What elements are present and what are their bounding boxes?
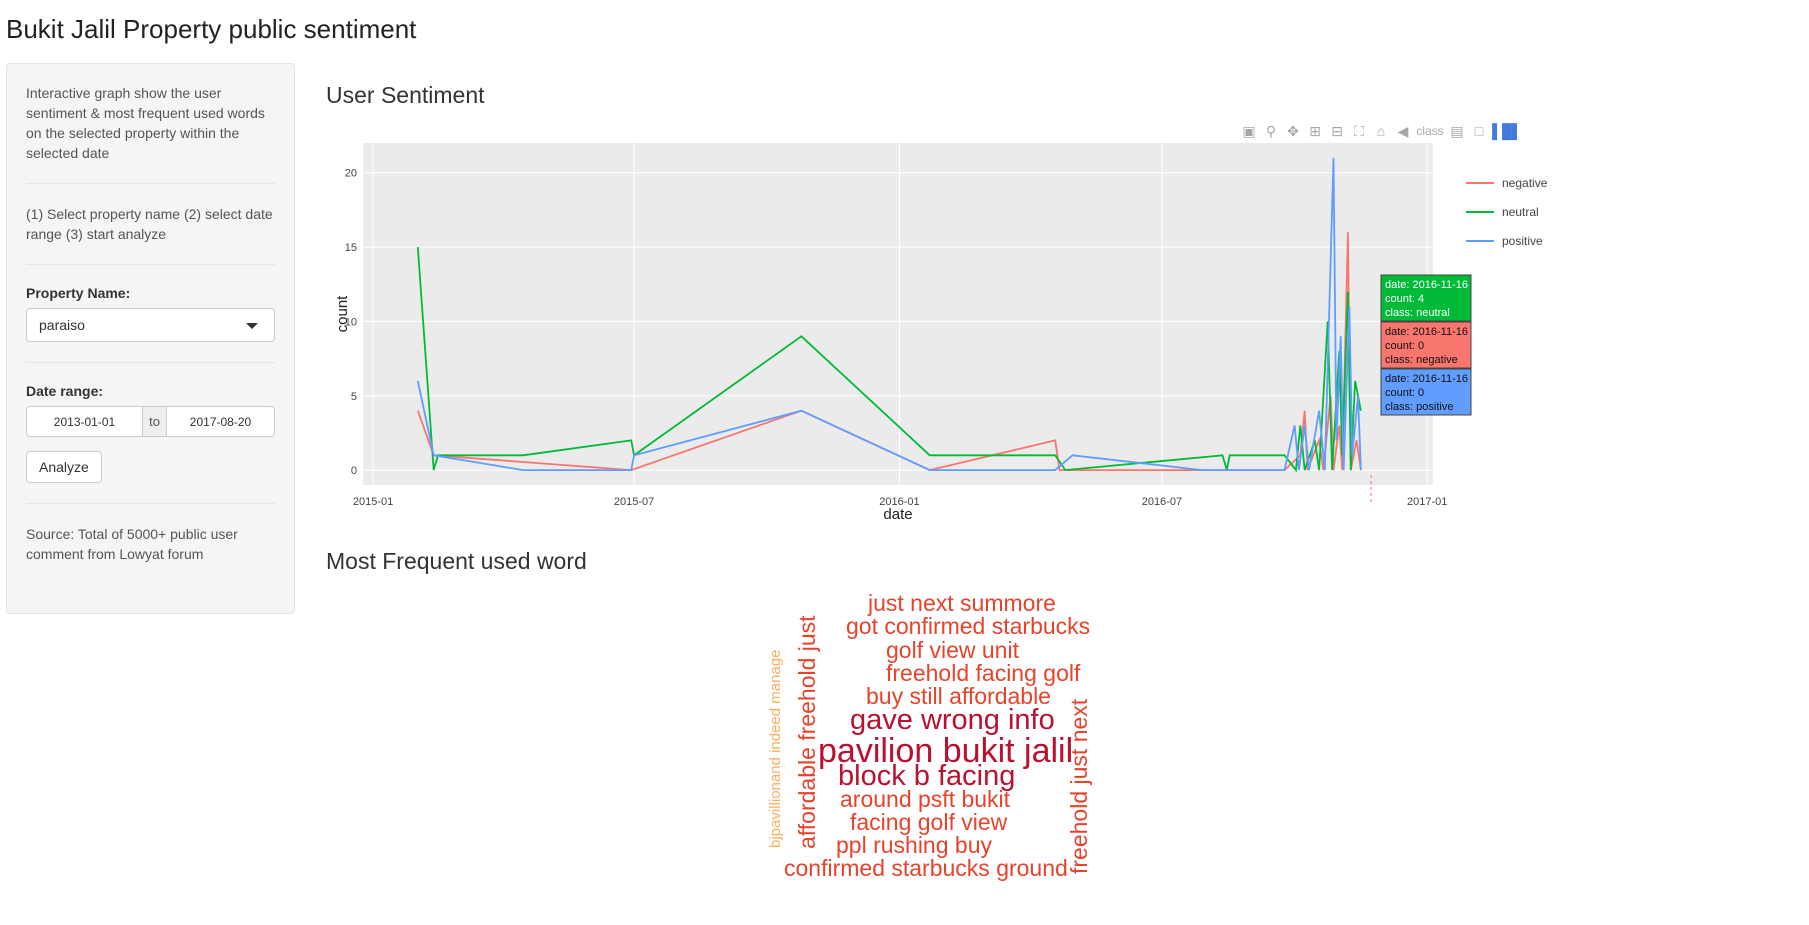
y-tick-label: 15: [345, 242, 357, 254]
hover-closest-icon[interactable]: ◀: [1392, 123, 1414, 140]
plot-modebar: ▣ ⚲ ✥ ⊞ ⊟ ⛶ ⌂ ◀ class ▤ □ ▌█▌: [1238, 120, 1524, 142]
hover-label-text: count: 0: [1385, 387, 1424, 399]
property-name-label: Property Name:: [26, 285, 131, 301]
word-cloud-word: ppl rushing buy: [836, 832, 992, 858]
hover-label-text: date: 2016-11-16: [1385, 279, 1468, 291]
legend-item-neutral[interactable]: neutral: [1466, 197, 1547, 226]
date-range-input: 2013-01-01 to 2017-08-20: [26, 406, 275, 437]
word-cloud-word: golf view unit: [886, 637, 1019, 663]
autoscale-icon[interactable]: ⛶: [1348, 123, 1370, 140]
y-tick-label: 20: [345, 168, 357, 180]
legend-swatch: [1466, 181, 1494, 184]
word-cloud-word: affordable freehold just: [794, 615, 820, 849]
zoom-icon[interactable]: ⚲: [1260, 123, 1282, 140]
hover-label-text: date: 2016-11-16: [1385, 326, 1468, 338]
legend-label: positive: [1502, 233, 1543, 248]
word-cloud-word: confirmed starbucks ground: [784, 855, 1068, 881]
word-cloud-word: just next summore: [868, 590, 1056, 616]
date-range-separator: to: [143, 406, 166, 437]
word-cloud: just next summore got confirmed starbucks…: [760, 592, 1160, 925]
camera-icon[interactable]: ▣: [1238, 123, 1260, 140]
hover-label-text: class: negative: [1385, 354, 1458, 366]
date-end-input[interactable]: 2017-08-20: [166, 406, 275, 437]
x-tick-label: 2017-01: [1407, 496, 1447, 508]
y-tick-label: 0: [351, 465, 357, 477]
pan-icon[interactable]: ✥: [1282, 123, 1304, 140]
x-tick-label: 2015-01: [353, 496, 393, 508]
source-text: Source: Total of 5000+ public user comme…: [26, 526, 238, 562]
x-tick-label: 2016-07: [1142, 496, 1182, 508]
y-axis-title: count: [334, 295, 351, 333]
word-cloud-word: facing golf view: [850, 809, 1008, 835]
x-axis-title: date: [883, 506, 912, 523]
property-name-select[interactable]: paraiso: [26, 308, 275, 342]
reset-axes-icon[interactable]: ⌂: [1370, 123, 1392, 139]
plot-background: [363, 143, 1433, 485]
analyze-button[interactable]: Analyze: [26, 451, 102, 483]
hover-label-text: class: neutral: [1385, 307, 1450, 319]
legend-swatch: [1466, 210, 1494, 213]
legend-label: negative: [1502, 175, 1548, 190]
overlapped-class-text: class: [1416, 124, 1444, 138]
divider: [26, 183, 275, 184]
word-cloud-word: gave wrong info: [850, 704, 1055, 736]
hover-label-text: count: 4: [1385, 293, 1424, 305]
hover-label-text: count: 0: [1385, 340, 1424, 352]
zoom-out-icon[interactable]: ⊟: [1326, 123, 1348, 140]
divider: [26, 362, 275, 363]
chart-legend: negative neutral positive: [1466, 168, 1547, 255]
word-cloud-word: around psft bukit: [840, 786, 1011, 812]
steps-text: (1) Select property name (2) select date…: [26, 206, 273, 242]
hover-label-text: class: positive: [1385, 401, 1453, 413]
description-text: Interactive graph show the user sentimen…: [26, 85, 265, 161]
legend-swatch: [1466, 239, 1494, 242]
plotly-logo-icon[interactable]: ▌█▌: [1490, 123, 1524, 139]
hover-label-text: date: 2016-11-16: [1385, 373, 1468, 385]
x-tick-label: 2015-07: [614, 496, 654, 508]
date-range-label: Date range:: [26, 383, 104, 399]
legend-item-positive[interactable]: positive: [1466, 226, 1547, 255]
property-name-value: paraiso: [39, 317, 85, 333]
spikelines-icon[interactable]: □: [1468, 123, 1490, 139]
word-cloud-word: got confirmed starbucks: [846, 613, 1091, 639]
word-cloud-title: Most Frequent used word: [326, 548, 587, 574]
divider: [26, 264, 275, 265]
sentiment-line-chart[interactable]: 2015-01 2015-07 2016-01 2016-07 2017-0105101…: [326, 140, 1626, 540]
legend-item-negative[interactable]: negative: [1466, 168, 1547, 197]
chevron-down-icon[interactable]: [246, 323, 258, 329]
word-cloud-word: freehold facing golf: [886, 660, 1081, 686]
divider: [26, 503, 275, 504]
word-cloud-word: bjpavillionand indeed manage: [767, 649, 784, 849]
sidebar-panel: Interactive graph show the user sentimen…: [6, 63, 295, 614]
user-sentiment-title: User Sentiment: [326, 82, 485, 108]
app-title: Bukit Jalil Property public sentiment: [6, 14, 417, 44]
zoom-in-icon[interactable]: ⊞: [1304, 123, 1326, 140]
hover-labels: date: 2016-11-16 count: 4 class: neutral da…: [1380, 274, 1472, 416]
word-cloud-word: freehold just next: [1066, 698, 1092, 874]
legend-label: neutral: [1502, 204, 1539, 219]
date-start-input[interactable]: 2013-01-01: [26, 406, 143, 437]
hover-compare-icon[interactable]: ▤: [1446, 123, 1468, 140]
y-tick-label: 5: [351, 391, 357, 403]
